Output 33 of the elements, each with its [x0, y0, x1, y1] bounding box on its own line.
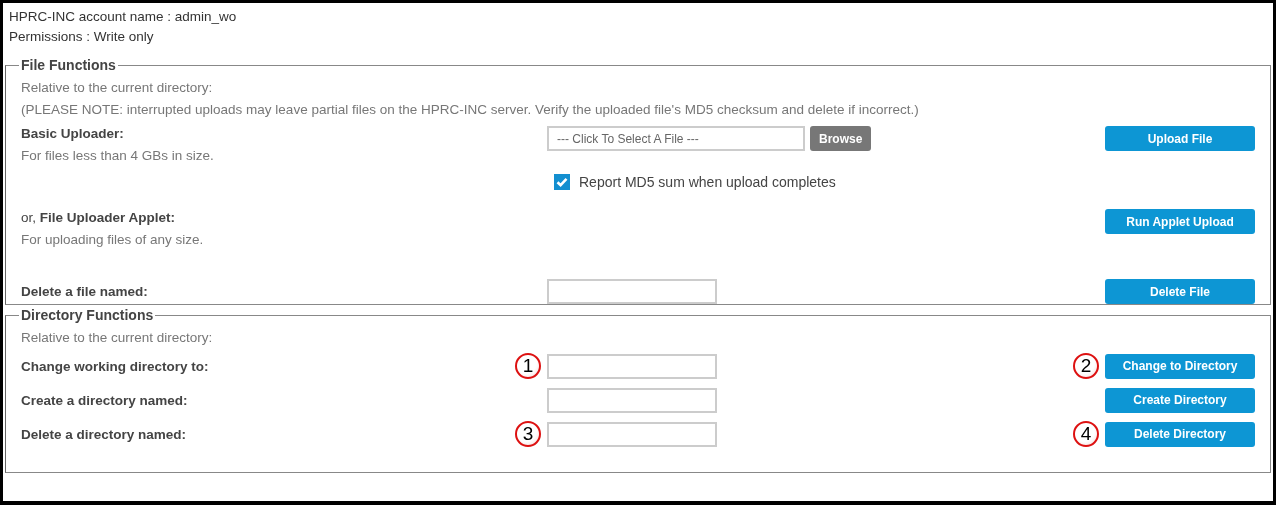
directory-button[interactable]: Create Directory — [1105, 387, 1255, 413]
hint-text: For files less than 4 GBs in size. — [21, 147, 215, 165]
field-label: Change working directory to: — [21, 358, 210, 374]
checkbox[interactable] — [554, 174, 570, 190]
delete-file-button[interactable]: Delete File — [1105, 279, 1255, 304]
intro-text: Relative to the current directory: — [21, 79, 214, 97]
input-field[interactable] — [547, 353, 717, 379]
section-legend: File Functions — [19, 57, 118, 73]
field-label: Delete a file named: — [21, 284, 149, 299]
account-name: HPRC-INC account name : admin_wo — [9, 8, 238, 26]
input-field[interactable] — [547, 387, 717, 413]
callout-number: 4 — [1073, 421, 1099, 447]
directory-button[interactable]: Delete Directory — [1105, 421, 1255, 447]
field-label: Basic Uploader: — [21, 125, 125, 143]
field-label: Delete a directory named: — [21, 426, 188, 442]
input-field[interactable] — [547, 279, 717, 304]
callout-number: 2 — [1073, 353, 1099, 379]
checkbox-label: Report MD5 sum when upload completes — [579, 174, 836, 190]
note-text: (PLEASE NOTE: interrupted uploads may leave partial files on the HPRC-INC server. Verify the uploaded file's MD5 checksum and delete if incorrect.) — [21, 101, 920, 119]
section-legend: Directory Functions — [19, 307, 156, 323]
field-label: or, File Uploader Applet: — [21, 209, 177, 227]
file-field[interactable]: --- Click To Select A File --- — [547, 126, 805, 151]
browse-button[interactable]: Browse — [810, 126, 872, 151]
input-field[interactable] — [547, 421, 717, 447]
permissions: Permissions : Write only — [9, 28, 155, 46]
callout-number: 1 — [515, 353, 541, 379]
field-label: Create a directory named: — [21, 392, 189, 408]
callout-number: 3 — [515, 421, 541, 447]
directory-button[interactable]: Change to Directory — [1105, 353, 1255, 379]
intro-text: Relative to the current directory: — [21, 329, 214, 347]
hint-text: For uploading files of any size. — [21, 231, 205, 249]
upload-button[interactable]: Upload File — [1105, 126, 1255, 151]
applet-button[interactable]: Run Applet Upload — [1105, 209, 1255, 234]
